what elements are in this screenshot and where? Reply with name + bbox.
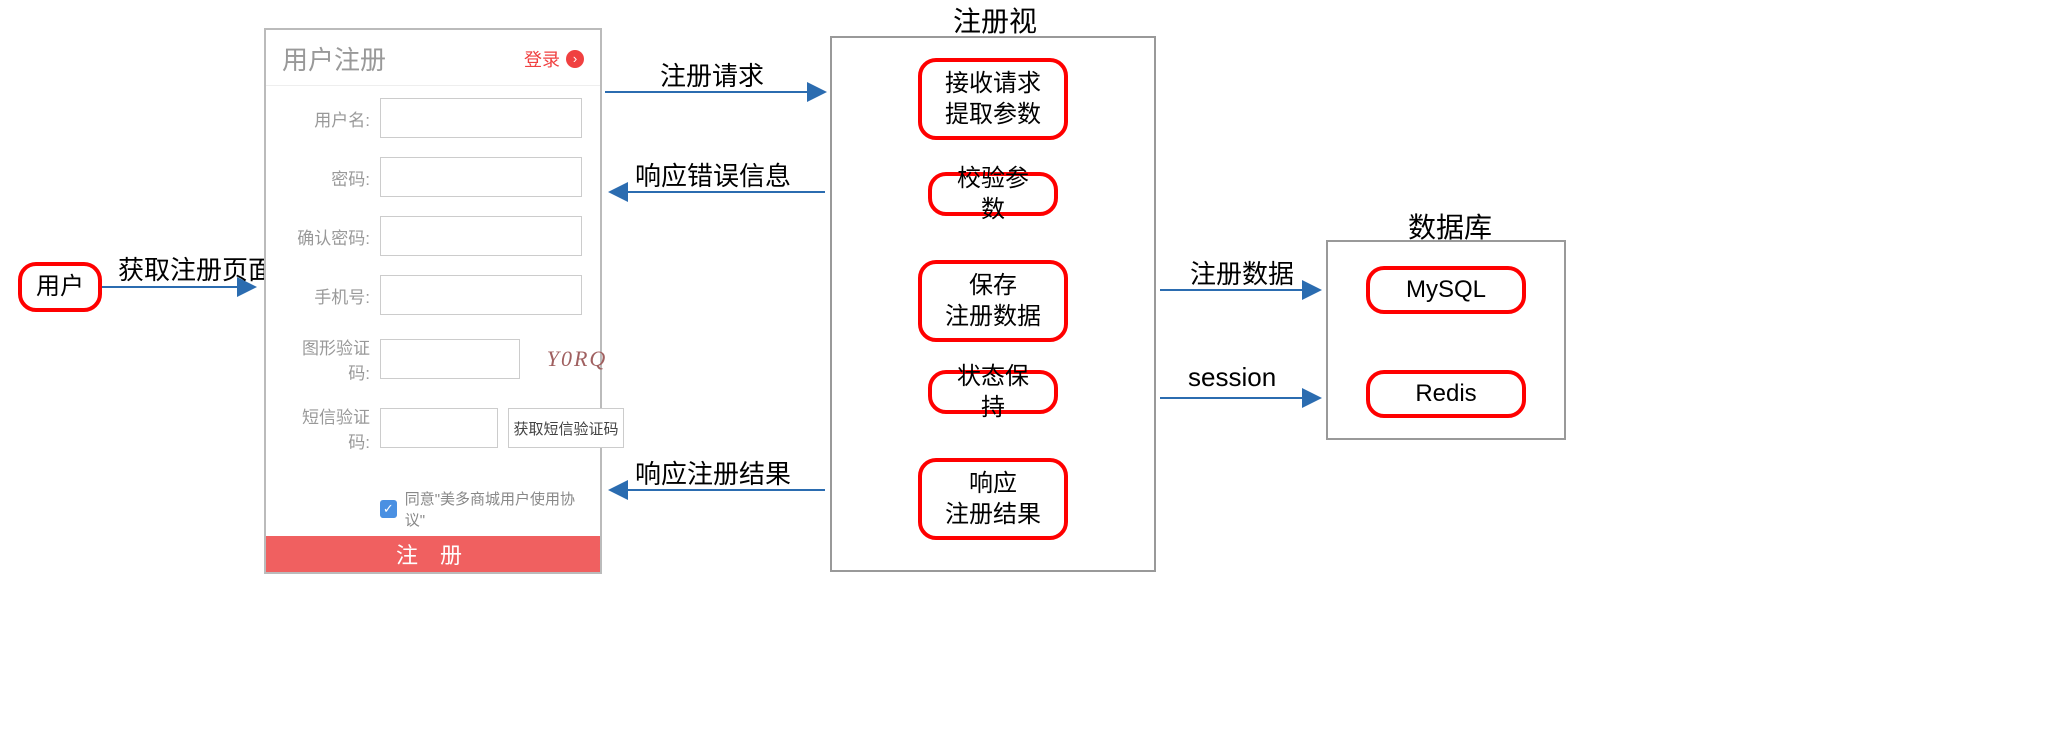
label-captcha: 图形验证码:: [284, 334, 370, 384]
send-sms-button[interactable]: 获取短信验证码: [508, 408, 624, 448]
step-save: 保存 注册数据: [918, 260, 1068, 342]
input-phone[interactable]: [380, 275, 582, 315]
step-validate: 校验参数: [928, 172, 1058, 216]
captcha-image[interactable]: Y0RQ: [530, 341, 624, 377]
arrow-label-register-request: 注册请求: [660, 56, 764, 93]
label-confirm: 确认密码:: [284, 224, 370, 249]
arrow-label-register-data: 注册数据: [1190, 254, 1294, 291]
step-receive-label: 接收请求 提取参数: [945, 68, 1041, 130]
row-confirm: 确认密码:: [284, 216, 582, 256]
label-sms: 短信验证码:: [284, 403, 370, 453]
submit-button[interactable]: 注 册: [266, 536, 600, 572]
row-password: 密码:: [284, 157, 582, 197]
row-phone: 手机号:: [284, 275, 582, 315]
row-sms: 短信验证码: 获取短信验证码: [284, 403, 582, 453]
step-state: 状态保持: [928, 370, 1058, 414]
input-username[interactable]: [380, 98, 582, 138]
login-link-label: 登录: [524, 46, 560, 72]
label-phone: 手机号:: [284, 283, 370, 308]
row-username: 用户名:: [284, 98, 582, 138]
step-state-label: 状态保持: [946, 361, 1040, 423]
form-title: 用户注册: [282, 40, 386, 77]
step-respond-label: 响应 注册结果: [945, 468, 1041, 530]
user-node: 用户: [18, 262, 102, 312]
input-sms[interactable]: [380, 408, 498, 448]
step-respond: 响应 注册结果: [918, 458, 1068, 540]
db-redis-label: Redis: [1415, 378, 1476, 409]
step-save-label: 保存 注册数据: [945, 270, 1041, 332]
send-sms-button-label: 获取短信验证码: [513, 418, 618, 439]
label-username: 用户名:: [284, 106, 370, 131]
db-redis: Redis: [1366, 370, 1526, 418]
row-captcha: 图形验证码: Y0RQ: [284, 334, 582, 384]
registration-form-panel: 用户注册 登录 › 用户名: 密码: 确认密码: 手机号: 图形验证码: Y0R…: [264, 28, 602, 574]
input-confirm[interactable]: [380, 216, 582, 256]
step-validate-label: 校验参数: [946, 163, 1040, 225]
user-node-label: 用户: [36, 271, 84, 302]
agree-row: ✓ 同意"美多商城用户使用协议": [284, 488, 582, 530]
agree-checkbox[interactable]: ✓: [380, 500, 397, 518]
input-password[interactable]: [380, 157, 582, 197]
chevron-right-icon: ›: [566, 50, 584, 68]
input-captcha[interactable]: [380, 339, 520, 379]
login-link[interactable]: 登录 ›: [524, 46, 584, 72]
arrow-label-register-result: 响应注册结果: [635, 454, 791, 491]
label-password: 密码:: [284, 165, 370, 190]
submit-button-label: 注 册: [396, 538, 470, 570]
arrow-label-error-response: 响应错误信息: [635, 156, 791, 193]
step-receive: 接收请求 提取参数: [918, 58, 1068, 140]
arrow-label-get-page: 获取注册页面: [118, 250, 274, 287]
form-header: 用户注册 登录 ›: [266, 30, 600, 86]
agree-label: 同意"美多商城用户使用协议": [405, 488, 582, 530]
db-mysql: MySQL: [1366, 266, 1526, 314]
form-body: 用户名: 密码: 确认密码: 手机号: 图形验证码: Y0RQ 短信验证码: 获…: [266, 86, 600, 536]
db-mysql-label: MySQL: [1406, 274, 1486, 305]
arrow-label-session: session: [1188, 362, 1276, 393]
